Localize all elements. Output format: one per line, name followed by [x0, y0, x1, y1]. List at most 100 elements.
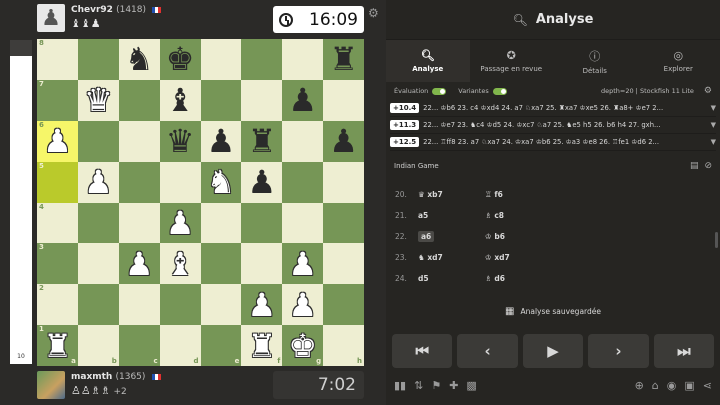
- square-f6[interactable]: ♜: [241, 120, 283, 162]
- square-h4[interactable]: [323, 202, 364, 244]
- square-g7[interactable]: ♟: [282, 79, 324, 121]
- square-e7[interactable]: [200, 79, 242, 121]
- white-move[interactable]: ♛ xb7: [418, 190, 485, 199]
- library-icon[interactable]: ⌂: [652, 379, 659, 392]
- plus-icon[interactable]: ✚: [449, 379, 458, 392]
- engine-settings-gear-icon[interactable]: ⚙: [704, 86, 712, 96]
- square-e5[interactable]: ♞: [200, 161, 242, 203]
- evaluation-toggle[interactable]: [432, 87, 447, 95]
- black-pawn-piece[interactable]: ♟: [247, 166, 276, 198]
- square-h1[interactable]: h: [323, 325, 364, 366]
- saved-analysis[interactable]: ▦ Analyse sauvegardée: [386, 300, 720, 322]
- square-h2[interactable]: [323, 284, 364, 326]
- square-c7[interactable]: [118, 79, 160, 121]
- white-knight-piece[interactable]: ♞: [207, 166, 236, 198]
- square-d6[interactable]: ♛: [159, 120, 201, 162]
- white-move[interactable]: a5: [418, 211, 485, 220]
- black-king-piece[interactable]: ♚: [166, 43, 195, 75]
- square-c8[interactable]: ♞: [118, 39, 160, 80]
- square-c3[interactable]: ♟: [118, 243, 160, 285]
- square-a2[interactable]: 2: [37, 284, 78, 326]
- square-d8[interactable]: ♚: [159, 39, 201, 80]
- square-b1[interactable]: b: [77, 325, 119, 366]
- black-pawn-piece[interactable]: ♟: [288, 84, 317, 116]
- white-move[interactable]: d5: [418, 274, 485, 283]
- white-pawn-piece[interactable]: ♟: [125, 248, 154, 280]
- white-pawn-piece[interactable]: ♟: [43, 125, 72, 157]
- tab-analyse[interactable]: 🔍︎ Analyse: [386, 40, 470, 82]
- square-f8[interactable]: [241, 39, 283, 80]
- black-move[interactable]: ♗ c8: [485, 211, 585, 220]
- square-b2[interactable]: [77, 284, 119, 326]
- white-pawn-piece[interactable]: ♟: [247, 289, 276, 321]
- square-a6[interactable]: 6 ♟: [37, 120, 78, 162]
- coin-icon[interactable]: ◉: [667, 379, 677, 392]
- engine-line-moves[interactable]: 22... ♔b6 23. c4 ♔xd4 24. a7 ♘xa7 25. ♜x…: [423, 104, 706, 112]
- top-player-avatar[interactable]: ♟: [37, 4, 65, 32]
- white-move[interactable]: ♞ xd7: [418, 253, 485, 262]
- opening-name[interactable]: Indian Game: [394, 162, 439, 170]
- bottom-player-name[interactable]: maxmth (1365): [71, 371, 161, 384]
- black-pawn-piece[interactable]: ♟: [207, 125, 236, 157]
- engine-line[interactable]: +10.4 22... ♔b6 23. c4 ♔xd4 24. a7 ♘xa7 …: [390, 100, 716, 117]
- white-pawn-piece[interactable]: ♟: [288, 248, 317, 280]
- white-pawn-piece[interactable]: ♟: [84, 166, 113, 198]
- black-move[interactable]: ♔ b6: [485, 232, 585, 241]
- white-rook-piece[interactable]: ♜: [43, 330, 72, 362]
- chevron-down-icon[interactable]: ▼: [711, 138, 716, 146]
- black-move[interactable]: ♔ xd7: [485, 253, 585, 262]
- square-a8[interactable]: 8: [37, 39, 78, 80]
- share-icon[interactable]: ⋖: [703, 379, 712, 392]
- square-e8[interactable]: [200, 39, 242, 80]
- white-pawn-piece[interactable]: ♟: [166, 207, 195, 239]
- square-d7[interactable]: ♝: [159, 79, 201, 121]
- square-h7[interactable]: [323, 79, 364, 121]
- variants-toggle[interactable]: [492, 87, 507, 95]
- board-setup-icon[interactable]: ▩: [466, 379, 476, 392]
- square-a3[interactable]: 3: [37, 243, 78, 285]
- white-pawn-piece[interactable]: ♟: [288, 289, 317, 321]
- square-e1[interactable]: e: [200, 325, 242, 366]
- flag-icon[interactable]: ⚑: [431, 379, 441, 392]
- bottom-player-avatar[interactable]: [37, 371, 65, 399]
- camera-icon[interactable]: ▣: [684, 379, 694, 392]
- bar-chart-icon[interactable]: ▮▮: [394, 379, 406, 392]
- square-c2[interactable]: [118, 284, 160, 326]
- square-f3[interactable]: [241, 243, 283, 285]
- black-queen-piece[interactable]: ♛: [166, 125, 195, 157]
- square-f4[interactable]: [241, 202, 283, 244]
- square-e3[interactable]: [200, 243, 242, 285]
- tab-explorer[interactable]: ◎ Explorer: [637, 40, 720, 82]
- square-f1[interactable]: f ♜: [241, 325, 283, 366]
- square-d2[interactable]: [159, 284, 201, 326]
- white-bishop-piece[interactable]: ♝: [166, 248, 195, 280]
- square-h5[interactable]: [323, 161, 364, 203]
- engine-line-moves[interactable]: 22... ♖ff8 23. a7 ♘xa7 24. ♔xa7 ♔b6 25. …: [423, 138, 706, 146]
- flip-board-icon[interactable]: ⇅: [414, 379, 423, 392]
- square-a4[interactable]: 4: [37, 202, 78, 244]
- square-c6[interactable]: [118, 120, 160, 162]
- square-f5[interactable]: ♟: [241, 161, 283, 203]
- last-move-button[interactable]: ⏭: [653, 334, 715, 368]
- square-g3[interactable]: ♟: [282, 243, 324, 285]
- engine-line[interactable]: +12.5 22... ♖ff8 23. a7 ♘xa7 24. ♔xa7 ♔b…: [390, 134, 716, 151]
- white-rook-piece[interactable]: ♜: [247, 330, 276, 362]
- top-player[interactable]: ♟ Chevr92 (1418) ♝♝♟: [37, 4, 162, 34]
- tab-details[interactable]: ⓘ Détails: [553, 40, 637, 82]
- black-move[interactable]: ♖ f6: [485, 190, 585, 199]
- square-h6[interactable]: ♟: [323, 120, 364, 162]
- black-move[interactable]: ♗ d6: [485, 274, 585, 283]
- square-g1[interactable]: g ♚: [282, 325, 324, 366]
- square-d1[interactable]: d: [159, 325, 201, 366]
- tab-passage-en-revue[interactable]: ✪ Passage en revue: [470, 40, 554, 82]
- black-rook-piece[interactable]: ♜: [329, 43, 358, 75]
- white-move[interactable]: a6: [418, 231, 485, 242]
- square-e6[interactable]: ♟: [200, 120, 242, 162]
- black-pawn-piece[interactable]: ♟: [329, 125, 358, 157]
- clock-icon[interactable]: ⊘: [704, 161, 712, 171]
- move-list-scrollbar[interactable]: [715, 232, 718, 248]
- book-icon[interactable]: ▤: [690, 161, 699, 171]
- square-h3[interactable]: [323, 243, 364, 285]
- square-a1[interactable]: 1 a ♜: [37, 325, 78, 366]
- chevron-down-icon[interactable]: ▼: [711, 121, 716, 129]
